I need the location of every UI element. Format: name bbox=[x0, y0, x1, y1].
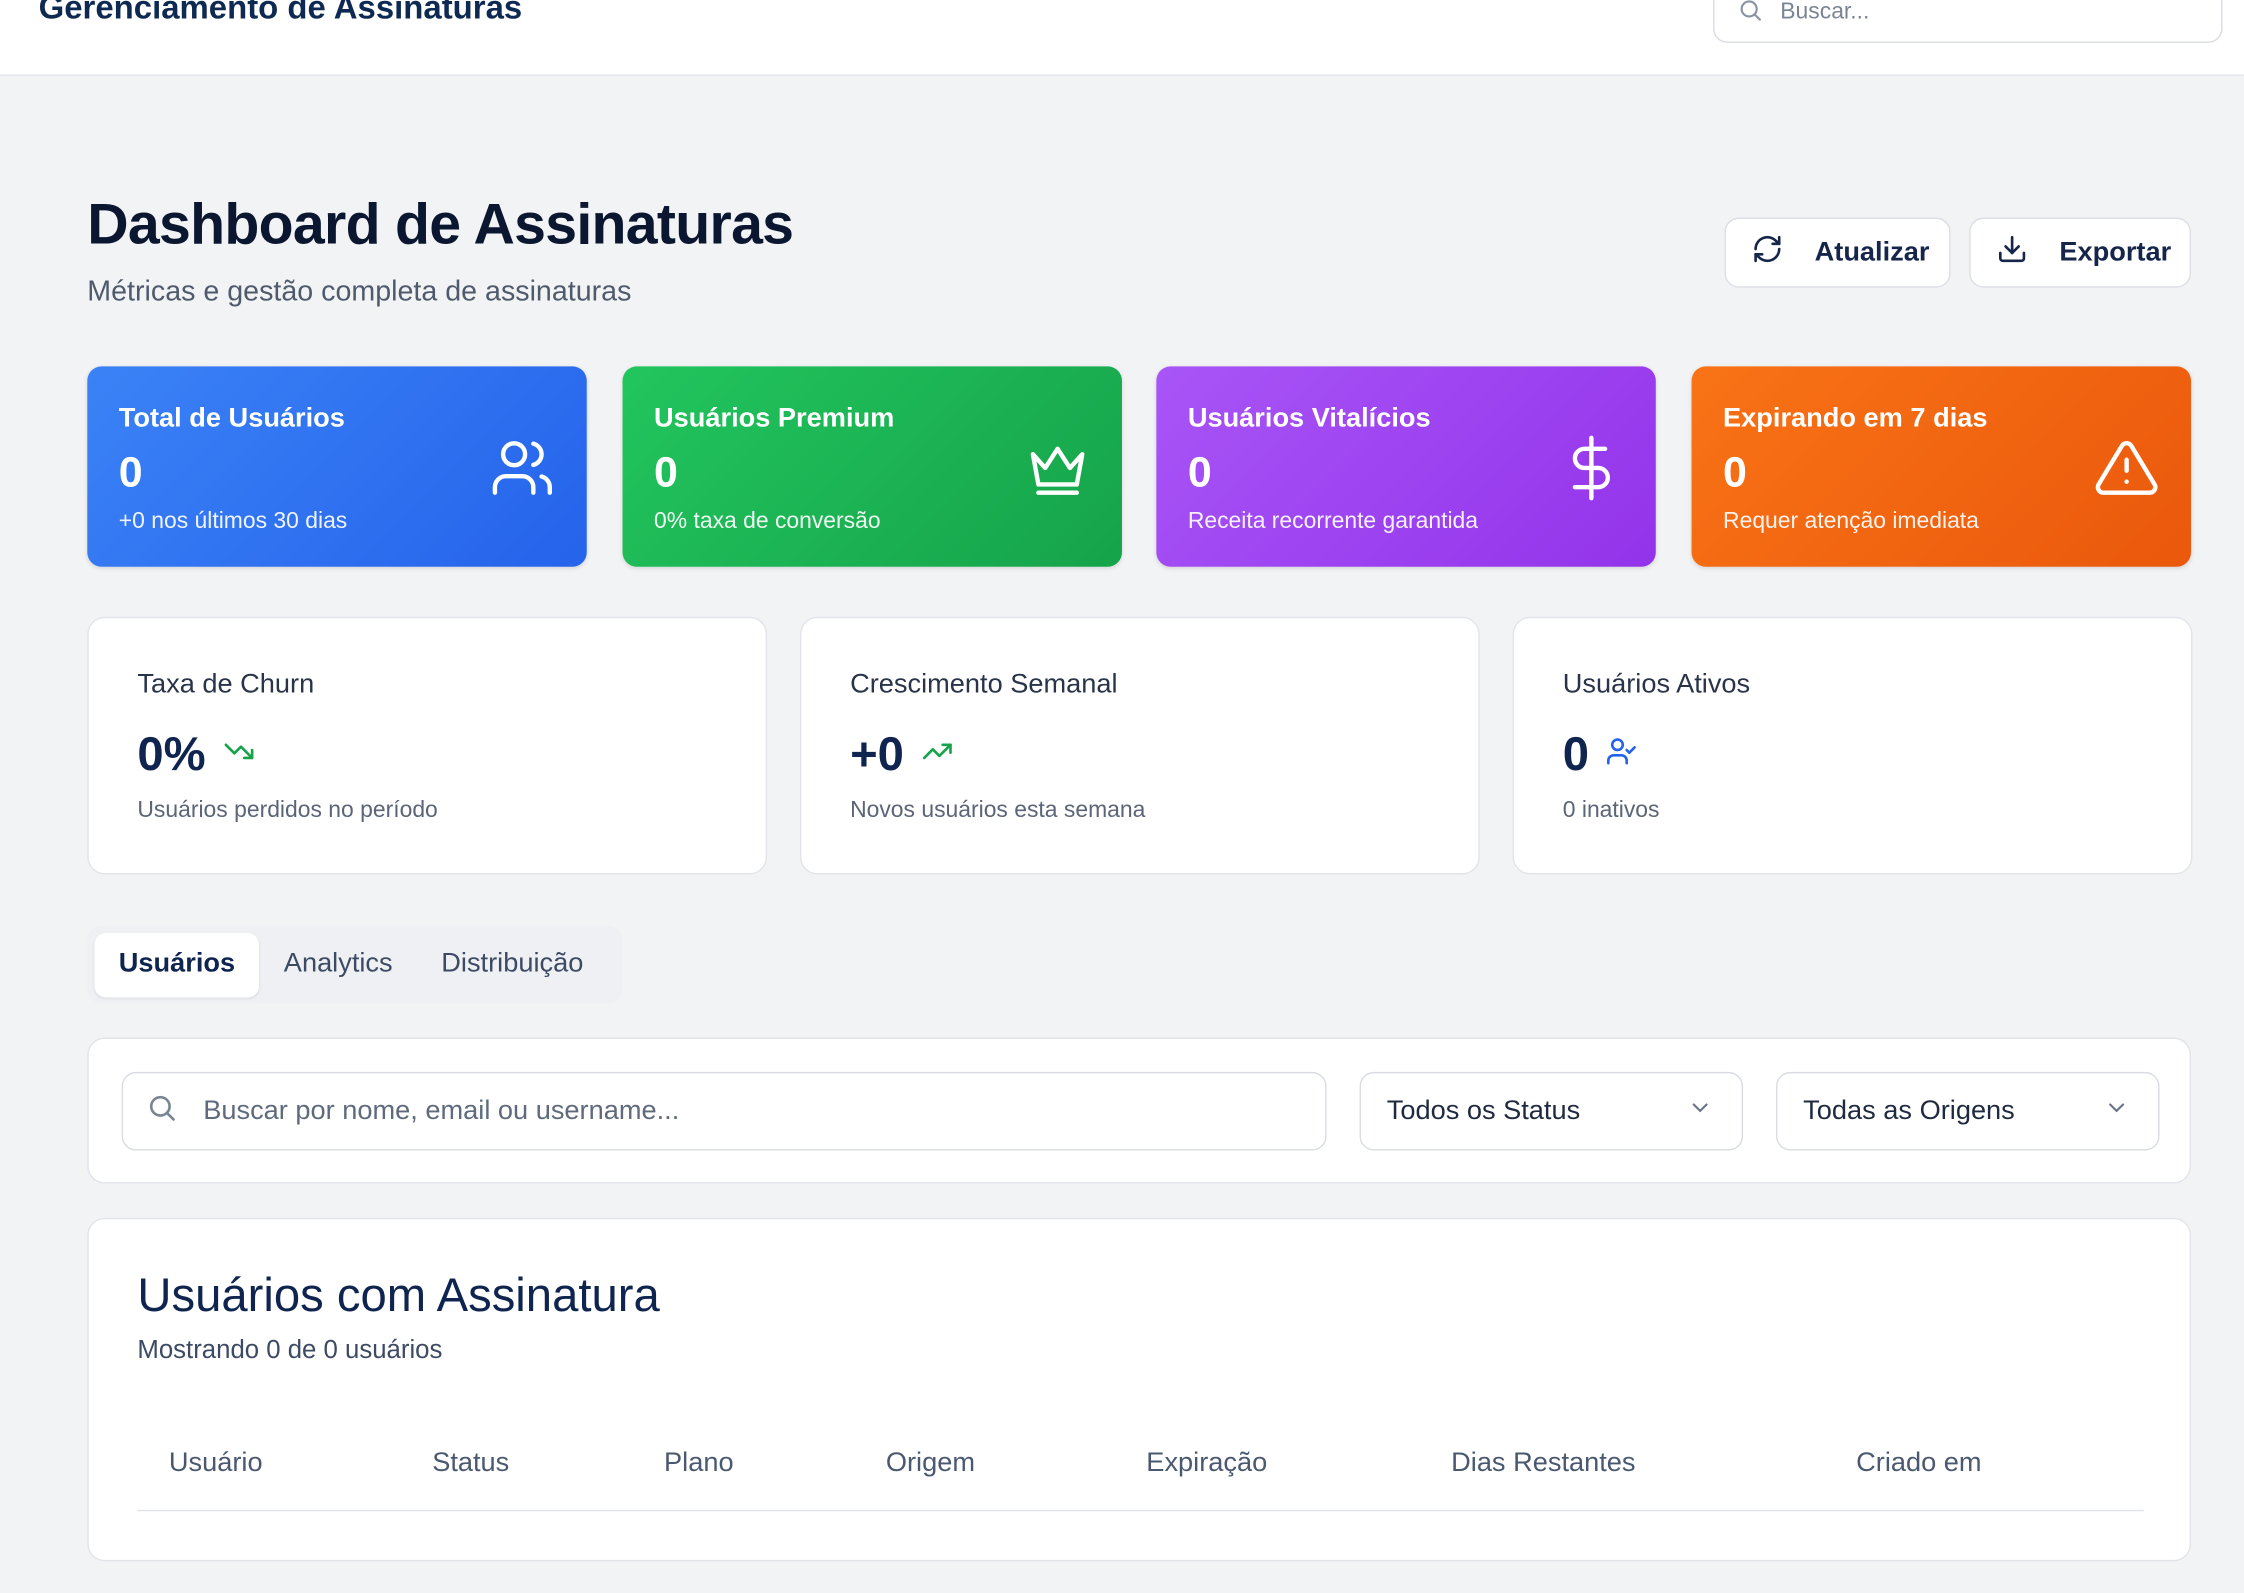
export-label: Exportar bbox=[2059, 236, 2172, 267]
trending-up-icon bbox=[921, 735, 952, 774]
metric-card-churn: Taxa de Churn 0% Usuários perdidos no pe… bbox=[87, 616, 768, 875]
table-title: Usuários com Assinatura bbox=[137, 1267, 660, 1321]
stat-label: Expirando em 7 dias bbox=[1723, 403, 1988, 434]
app-root: Gerenciamento de Assinaturas Buscar... D… bbox=[0, 0, 2244, 1593]
refresh-label: Atualizar bbox=[1814, 236, 1930, 267]
view-tabs: Usuários Analytics Distribuição bbox=[87, 925, 623, 1004]
user-check-icon bbox=[1606, 735, 1637, 774]
filter-bar: Buscar por nome, email ou username... To… bbox=[87, 1037, 2192, 1184]
chevron-down-icon bbox=[1687, 1094, 1713, 1128]
column-header-status[interactable]: Status bbox=[432, 1448, 509, 1479]
global-search-input[interactable]: Buscar... bbox=[1713, 0, 2223, 43]
tab-analytics[interactable]: Analytics bbox=[259, 932, 416, 996]
status-select[interactable]: Todos os Status bbox=[1359, 1071, 1744, 1151]
refresh-icon bbox=[1752, 233, 1783, 273]
page-subtitle: Métricas e gestão completa de assinatura… bbox=[87, 276, 632, 308]
dollar-icon bbox=[1558, 435, 1624, 508]
global-search-placeholder: Buscar... bbox=[1780, 0, 1870, 25]
alert-triangle-icon bbox=[2094, 435, 2160, 508]
page-title: Dashboard de Assinaturas bbox=[87, 193, 794, 257]
metric-card-active-users: Usuários Ativos 0 0 inativos bbox=[1512, 616, 2193, 875]
stat-card-premium-users: Usuários Premium 0 0% taxa de conversão bbox=[622, 366, 1122, 567]
column-header-usuario[interactable]: Usuário bbox=[169, 1448, 263, 1479]
column-header-criado-em[interactable]: Criado em bbox=[1856, 1448, 1981, 1479]
column-header-origem[interactable]: Origem bbox=[886, 1448, 975, 1479]
trending-down-icon bbox=[223, 735, 254, 774]
stat-hint: Requer atenção imediata bbox=[1723, 509, 1979, 534]
status-select-value: Todos os Status bbox=[1386, 1095, 1581, 1126]
stat-label: Usuários Premium bbox=[654, 403, 895, 434]
metric-label: Crescimento Semanal bbox=[850, 669, 1118, 700]
search-icon bbox=[1737, 0, 1763, 29]
metric-value: 0% bbox=[137, 726, 206, 780]
chevron-down-icon bbox=[2104, 1094, 2130, 1128]
column-header-dias-restantes[interactable]: Dias Restantes bbox=[1451, 1448, 1635, 1479]
column-header-expiracao[interactable]: Expiração bbox=[1146, 1448, 1267, 1479]
metric-hint: Usuários perdidos no período bbox=[137, 798, 438, 823]
metric-value: +0 bbox=[850, 726, 904, 780]
tab-distribuicao[interactable]: Distribuição bbox=[417, 932, 608, 996]
tab-usuarios[interactable]: Usuários bbox=[94, 932, 260, 997]
metric-card-weekly-growth: Crescimento Semanal +0 Novos usuários es… bbox=[799, 616, 1480, 875]
column-header-plano[interactable]: Plano bbox=[664, 1448, 734, 1479]
table-header: Usuário Status Plano Origem Expiração Di… bbox=[137, 1434, 2144, 1512]
origin-select-value: Todas as Origens bbox=[1803, 1095, 2015, 1126]
stat-hint: 0% taxa de conversão bbox=[654, 509, 881, 534]
search-icon bbox=[146, 1092, 177, 1131]
refresh-button[interactable]: Atualizar bbox=[1724, 217, 1951, 288]
stat-label: Usuários Vitalícios bbox=[1187, 403, 1431, 434]
app-title: Gerenciamento de Assinaturas bbox=[38, 0, 523, 26]
metric-value: 0 bbox=[1562, 726, 1590, 780]
download-icon bbox=[1996, 233, 2027, 273]
export-button[interactable]: Exportar bbox=[1969, 217, 2192, 288]
subscribers-table-card: Usuários com Assinatura Mostrando 0 de 0… bbox=[87, 1217, 2192, 1562]
origin-select[interactable]: Todas as Origens bbox=[1775, 1071, 2160, 1151]
user-search-placeholder: Buscar por nome, email ou username... bbox=[203, 1095, 680, 1126]
metric-hint: 0 inativos bbox=[1562, 798, 1660, 823]
users-icon bbox=[489, 435, 555, 508]
stat-hint: Receita recorrente garantida bbox=[1187, 509, 1479, 534]
stat-label: Total de Usuários bbox=[118, 403, 345, 434]
metric-label: Taxa de Churn bbox=[137, 669, 315, 700]
stat-card-total-users: Total de Usuários 0 +0 nos últimos 30 di… bbox=[87, 366, 587, 567]
stat-card-expiring: Expirando em 7 dias 0 Requer atenção ime… bbox=[1691, 366, 2192, 567]
metric-hint: Novos usuários esta semana bbox=[850, 798, 1146, 823]
stat-hint: +0 nos últimos 30 dias bbox=[118, 509, 348, 534]
top-bar: Gerenciamento de Assinaturas Buscar... bbox=[0, 0, 2244, 76]
stat-card-lifetime-users: Usuários Vitalícios 0 Receita recorrente… bbox=[1156, 366, 1656, 567]
user-search-input[interactable]: Buscar por nome, email ou username... bbox=[121, 1071, 1327, 1151]
metric-label: Usuários Ativos bbox=[1562, 669, 1751, 700]
table-subtitle: Mostrando 0 de 0 usuários bbox=[137, 1335, 443, 1364]
crown-icon bbox=[1025, 435, 1091, 508]
